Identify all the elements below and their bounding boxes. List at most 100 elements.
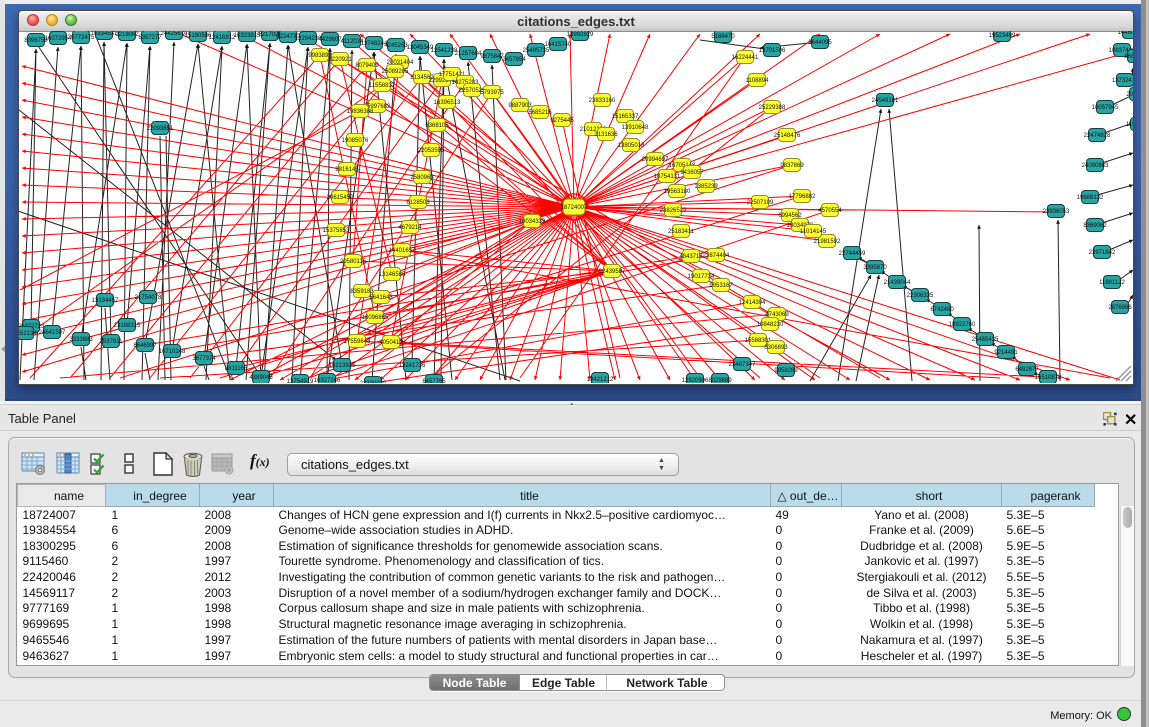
- svg-text:9816145: 9816145: [335, 167, 359, 173]
- svg-text:25148476: 25148476: [774, 133, 801, 139]
- svg-text:12920906: 12920906: [682, 378, 709, 383]
- svg-text:5641643: 5641643: [369, 295, 393, 301]
- svg-text:10848230: 10848230: [757, 322, 784, 328]
- svg-text:20580115: 20580115: [340, 259, 367, 265]
- svg-text:18724007: 18724007: [561, 205, 588, 211]
- svg-text:9953167: 9953167: [709, 283, 733, 289]
- svg-text:12416912: 12416912: [209, 35, 236, 41]
- svg-text:14401657: 14401657: [389, 248, 416, 254]
- svg-text:22330030: 22330030: [360, 381, 387, 383]
- svg-text:3220921: 3220921: [328, 57, 352, 63]
- svg-text:8646997: 8646997: [133, 343, 157, 349]
- svg-text:10327246: 10327246: [314, 378, 341, 383]
- svg-text:4843718: 4843718: [679, 254, 703, 260]
- svg-text:3131636: 3131636: [594, 132, 618, 138]
- svg-text:8685577: 8685577: [1124, 54, 1133, 60]
- svg-text:22744459: 22744459: [839, 251, 866, 257]
- svg-text:19688132: 19688132: [1077, 195, 1104, 201]
- svg-text:25229388: 25229388: [759, 105, 786, 111]
- svg-text:4570554: 4570554: [818, 208, 842, 214]
- svg-text:8811165: 8811165: [225, 366, 248, 372]
- svg-text:24641507: 24641507: [39, 330, 66, 336]
- svg-text:4245263: 4245263: [384, 43, 408, 49]
- svg-text:5793975: 5793975: [480, 90, 504, 96]
- svg-text:21754078: 21754078: [135, 295, 162, 301]
- svg-text:4389045: 4389045: [249, 375, 273, 381]
- svg-text:18754131: 18754131: [654, 174, 681, 180]
- svg-text:23874404: 23874404: [703, 253, 730, 259]
- svg-text:18096865: 18096865: [362, 315, 389, 321]
- svg-text:21257684: 21257684: [455, 51, 482, 57]
- svg-text:22093651: 22093651: [147, 126, 174, 132]
- svg-text:22439587: 22439587: [599, 269, 626, 275]
- svg-text:2457954: 2457954: [502, 57, 526, 63]
- svg-text:6128503: 6128503: [406, 200, 430, 206]
- svg-text:3644095: 3644095: [808, 40, 832, 46]
- svg-text:25183411: 25183411: [668, 229, 695, 235]
- svg-text:2537611: 2537611: [100, 339, 124, 345]
- svg-text:17559643: 17559643: [344, 339, 371, 345]
- svg-text:3677374: 3677374: [192, 356, 216, 362]
- svg-text:24549181: 24549181: [872, 98, 899, 104]
- svg-text:23487347: 23487347: [729, 362, 756, 368]
- svg-text:9875847: 9875847: [480, 54, 504, 60]
- svg-text:13421212: 13421212: [587, 377, 614, 383]
- svg-text:16213925: 16213925: [329, 363, 356, 369]
- svg-text:2077105: 2077105: [1126, 92, 1133, 98]
- svg-text:25485735: 25485735: [523, 48, 550, 54]
- svg-text:6482877: 6482877: [1015, 367, 1039, 373]
- svg-text:10057945: 10057945: [1092, 105, 1119, 111]
- svg-text:22306335: 22306335: [907, 293, 934, 299]
- svg-text:17796882: 17796882: [789, 194, 816, 200]
- svg-text:15165337: 15165337: [612, 114, 639, 120]
- svg-text:13754919: 13754919: [287, 379, 314, 383]
- svg-text:9275445: 9275445: [550, 118, 574, 124]
- svg-text:8079409: 8079409: [355, 63, 379, 69]
- svg-text:15375853: 15375853: [323, 228, 350, 234]
- svg-text:19085076: 19085076: [342, 138, 369, 144]
- svg-text:8029889: 8029889: [708, 378, 732, 383]
- svg-text:23936053: 23936053: [1043, 209, 1070, 215]
- svg-text:23188315: 23188315: [114, 323, 141, 329]
- svg-text:21981592: 21981592: [814, 239, 841, 245]
- svg-text:9436057: 9436057: [680, 170, 704, 176]
- svg-text:1385239: 1385239: [694, 184, 718, 190]
- svg-text:9214491: 9214491: [994, 350, 1018, 356]
- svg-text:24090883: 24090883: [1082, 163, 1109, 169]
- svg-text:13805018: 13805018: [618, 143, 645, 149]
- svg-text:6306893: 6306893: [764, 345, 788, 351]
- svg-text:19523409: 19523409: [989, 33, 1016, 39]
- svg-text:9958289: 9958289: [774, 368, 798, 374]
- svg-text:18922760: 18922760: [949, 322, 976, 328]
- svg-text:18034339: 18034339: [519, 219, 546, 225]
- svg-text:6457765: 6457765: [422, 379, 446, 383]
- svg-text:10334531: 10334531: [91, 31, 118, 37]
- svg-text:3333883: 3333883: [69, 337, 93, 343]
- svg-text:5685216: 5685216: [528, 110, 552, 116]
- svg-text:11881122: 11881122: [1099, 280, 1125, 286]
- svg-text:2580963: 2580963: [410, 175, 434, 181]
- svg-text:13732411: 13732411: [1112, 78, 1133, 84]
- svg-text:23833160: 23833160: [589, 98, 616, 104]
- svg-text:19836388: 19836388: [347, 109, 374, 115]
- svg-text:23826523: 23826523: [660, 208, 687, 214]
- svg-text:4429607: 4429607: [318, 37, 342, 43]
- svg-text:1218062: 1218062: [115, 32, 139, 38]
- svg-text:20994697: 20994697: [642, 157, 669, 163]
- svg-text:20615450: 20615450: [327, 195, 354, 201]
- svg-text:25089205: 25089205: [382, 69, 409, 75]
- svg-text:16224441: 16224441: [732, 55, 759, 61]
- svg-text:19017734: 19017734: [688, 274, 715, 280]
- svg-text:1108894: 1108894: [746, 78, 770, 84]
- svg-text:11584847: 11584847: [1126, 122, 1133, 128]
- svg-text:13134457: 13134457: [92, 298, 119, 304]
- svg-text:5188470: 5188470: [711, 34, 735, 40]
- svg-text:11014145: 11014145: [800, 229, 827, 235]
- svg-text:18992829: 18992829: [567, 32, 594, 38]
- svg-text:21439044: 21439044: [884, 280, 911, 286]
- svg-text:4679214: 4679214: [398, 225, 422, 231]
- svg-text:12414394: 12414394: [739, 300, 766, 306]
- svg-text:3395870: 3395870: [863, 265, 887, 271]
- svg-text:4050413: 4050413: [379, 340, 403, 346]
- svg-text:10710248: 10710248: [159, 349, 186, 355]
